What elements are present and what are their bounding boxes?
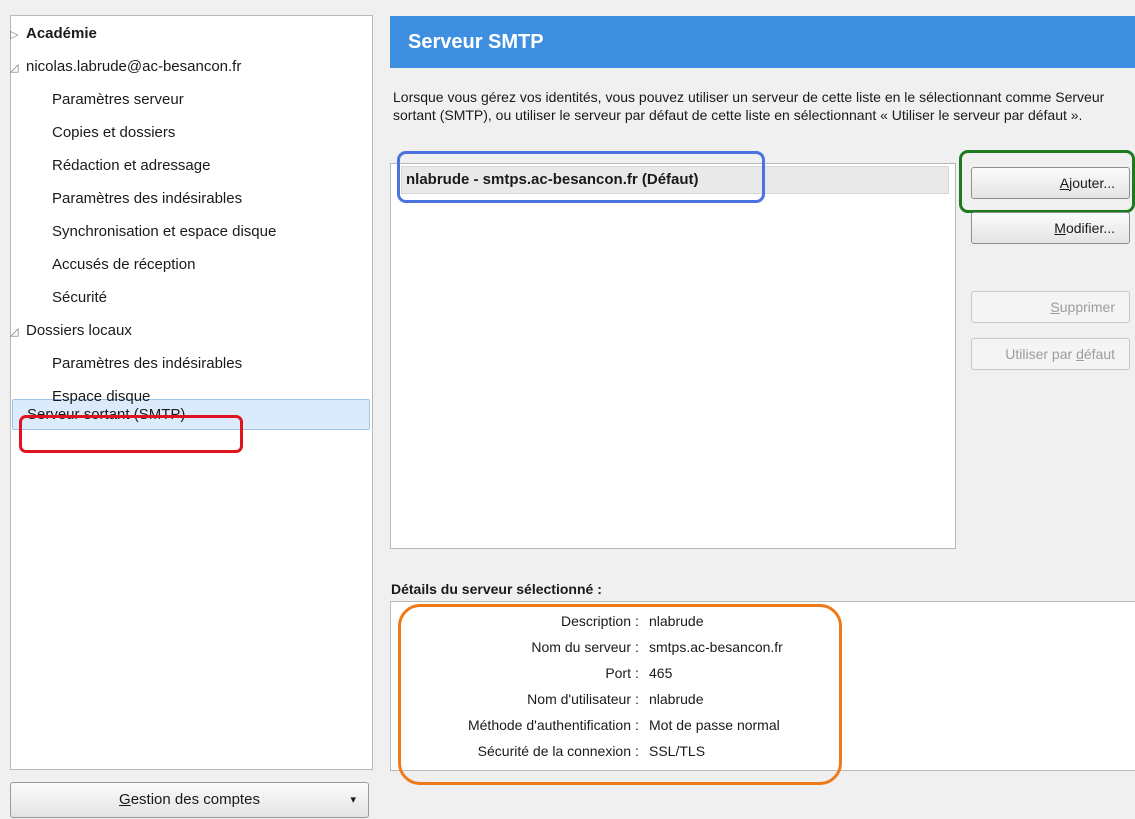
highlight-orange-box <box>398 604 842 785</box>
access-key: S <box>1050 299 1060 315</box>
button-text: odifier... <box>1065 220 1115 236</box>
tree-item-label: Copies et dossiers <box>52 124 176 141</box>
expand-arrow-icon[interactable]: ▷ <box>10 21 26 49</box>
tree-item-academie[interactable]: ▷ Académie <box>10 20 97 48</box>
tree-item-label: Académie <box>26 25 97 42</box>
smtp-server-list[interactable] <box>390 163 956 549</box>
tree-item-security[interactable]: Sécurité <box>52 284 107 312</box>
button-text: éfaut <box>1083 346 1115 362</box>
tree-item-account[interactable]: ◿ nicolas.labrude@ac-besancon.fr <box>10 53 241 81</box>
highlight-blue-box <box>397 151 765 203</box>
button-text: upprimer <box>1059 299 1115 315</box>
highlight-red-box <box>19 415 243 453</box>
tree-item-label: Paramètres des indésirables <box>52 355 243 372</box>
tree-item-local-junk-settings[interactable]: Paramètres des indésirables <box>52 350 242 378</box>
tree-item-copies-folders[interactable]: Copies et dossiers <box>52 119 175 147</box>
set-default-button[interactable]: Utiliser par défaut <box>971 338 1130 370</box>
tree-item-local-folders[interactable]: ◿ Dossiers locaux <box>10 317 132 345</box>
tree-item-composition[interactable]: Rédaction et adressage <box>52 152 210 180</box>
access-key: d <box>1076 346 1084 362</box>
highlight-green-box <box>959 150 1135 213</box>
tree-item-receipts[interactable]: Accusés de réception <box>52 251 195 279</box>
page-title: Serveur SMTP <box>390 16 1135 68</box>
access-key: M <box>1054 220 1066 236</box>
manage-accounts-button[interactable]: Gestion des comptes ▾ <box>10 782 369 818</box>
details-title: Détails du serveur sélectionné : <box>391 581 602 597</box>
tree-item-label: Sécurité <box>52 289 108 306</box>
collapse-arrow-icon[interactable]: ◿ <box>10 54 26 82</box>
tree-item-label: Paramètres des indésirables <box>52 190 243 207</box>
panel-description: Lorsque vous gérez vos identités, vous p… <box>393 89 1105 123</box>
button-text: Utiliser par <box>1005 346 1077 362</box>
collapse-arrow-icon[interactable]: ◿ <box>10 318 26 346</box>
tree-item-label: Paramètres serveur <box>52 91 184 108</box>
tree-item-junk-settings[interactable]: Paramètres des indésirables <box>52 185 242 213</box>
tree-item-label: Rédaction et adressage <box>52 157 211 174</box>
tree-item-server-settings[interactable]: Paramètres serveur <box>52 86 184 114</box>
tree-item-label: Accusés de réception <box>52 256 196 273</box>
access-key: G <box>119 791 131 808</box>
dropdown-arrow-icon: ▾ <box>350 794 356 806</box>
tree-item-label: nicolas.labrude@ac-besancon.fr <box>26 58 242 75</box>
manage-accounts-label: estion des comptes <box>130 791 260 808</box>
delete-button[interactable]: Supprimer <box>971 291 1130 323</box>
tree-item-label: Synchronisation et espace disque <box>52 223 277 240</box>
tree-item-sync-disk[interactable]: Synchronisation et espace disque <box>52 218 276 246</box>
tree-item-label: Dossiers locaux <box>26 322 132 339</box>
edit-button[interactable]: Modifier... <box>971 212 1130 244</box>
